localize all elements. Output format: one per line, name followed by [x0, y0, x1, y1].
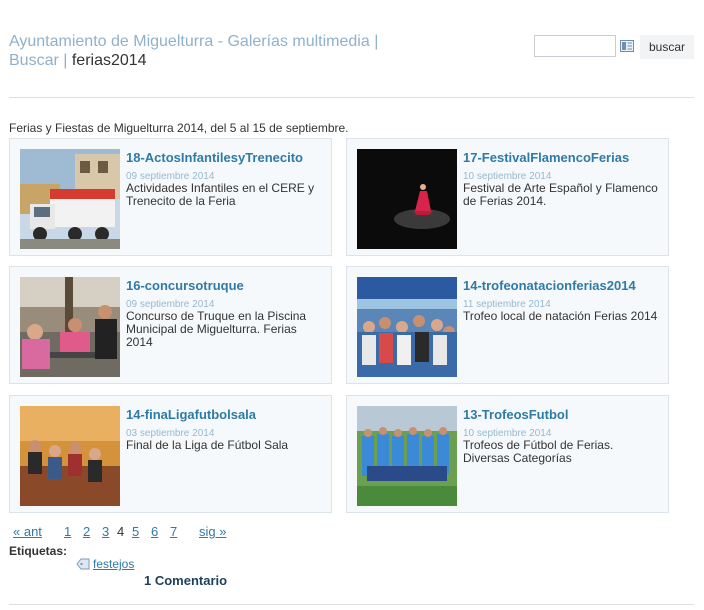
gallery-thumbnail-2[interactable]	[357, 149, 457, 249]
calendar-icon[interactable]	[620, 40, 634, 52]
prev-page-link[interactable]: « ant	[13, 524, 42, 539]
gallery-description: Ferias y Fiestas de Miguelturra 2014, de…	[9, 121, 349, 135]
gallery-card-description: Final de la Liga de Fútbol Sala	[126, 438, 289, 452]
page-link-5[interactable]: 5	[132, 524, 139, 539]
page-link-3[interactable]: 3	[102, 524, 109, 539]
header-divider	[9, 97, 694, 98]
gallery-card-2: 17-FestivalFlamencoFerias 10 septiembre …	[346, 138, 669, 256]
search-button[interactable]: buscar	[640, 35, 694, 59]
tag-icon	[76, 558, 90, 570]
page-link-6[interactable]: 6	[151, 524, 158, 539]
next-page-link[interactable]: sig »	[199, 524, 226, 539]
gallery-card-description: Festival de Arte Español y Flamenco de F…	[463, 181, 658, 208]
footer-divider	[9, 604, 694, 605]
gallery-card-3: 16-concursotruque 09 septiembre 2014 Con…	[9, 266, 332, 384]
gallery-thumbnail-4[interactable]	[357, 277, 457, 377]
tag-link-festejos[interactable]: festejos	[93, 557, 134, 571]
page-link-2[interactable]: 2	[83, 524, 90, 539]
gallery-thumbnail-3[interactable]	[20, 277, 120, 377]
gallery-thumbnail-1[interactable]	[20, 149, 120, 249]
gallery-card-description: Concurso de Truque en la Piscina Municip…	[126, 309, 307, 349]
page-link-7[interactable]: 7	[170, 524, 177, 539]
gallery-title-link[interactable]: 14-trofeonatacionferias2014	[463, 278, 636, 293]
gallery-title-link[interactable]: 14-finaLigafutbolsala	[126, 407, 256, 422]
site-title-link[interactable]: Ayuntamiento de Miguelturra - Galerías m…	[9, 33, 378, 50]
gallery-title-link[interactable]: 13-TrofeosFutbol	[463, 407, 568, 422]
current-page: 4	[117, 524, 125, 539]
gallery-card-description: Actividades Infantiles en el CERE y Tren…	[126, 181, 315, 208]
gallery-card-description: Trofeo local de natación Ferias 2014	[463, 309, 658, 323]
gallery-title-link[interactable]: 18-ActosInfantilesyTrenecito	[126, 150, 303, 165]
gallery-card-1: 18-ActosInfantilesyTrenecito 09 septiemb…	[9, 138, 332, 256]
gallery-title-link[interactable]: 17-FestivalFlamencoFerias	[463, 150, 629, 165]
page-header: Ayuntamiento de Miguelturra - Galerías m…	[9, 32, 409, 70]
comments-count[interactable]: 1 Comentario	[144, 573, 227, 588]
gallery-card-4: 14-trofeonatacionferias2014 11 septiembr…	[346, 266, 669, 384]
gallery-thumbnail-5[interactable]	[20, 406, 120, 506]
tags-label: Etiquetas:	[9, 544, 68, 558]
page-link-1[interactable]: 1	[64, 524, 71, 539]
gallery-title-link[interactable]: 16-concursotruque	[126, 278, 244, 293]
gallery-card-6: 13-TrofeosFutbol 10 septiembre 2014 Trof…	[346, 395, 669, 513]
gallery-card-description: Trofeos de Fútbol de Ferias. Diversas Ca…	[463, 438, 614, 465]
gallery-thumbnail-6[interactable]	[357, 406, 457, 506]
search-input[interactable]	[534, 35, 616, 57]
search-breadcrumb-link[interactable]: Buscar |	[9, 52, 67, 69]
gallery-card-5: 14-finaLigafutbolsala 03 septiembre 2014…	[9, 395, 332, 513]
current-gallery-title: ferias2014	[71, 52, 147, 69]
